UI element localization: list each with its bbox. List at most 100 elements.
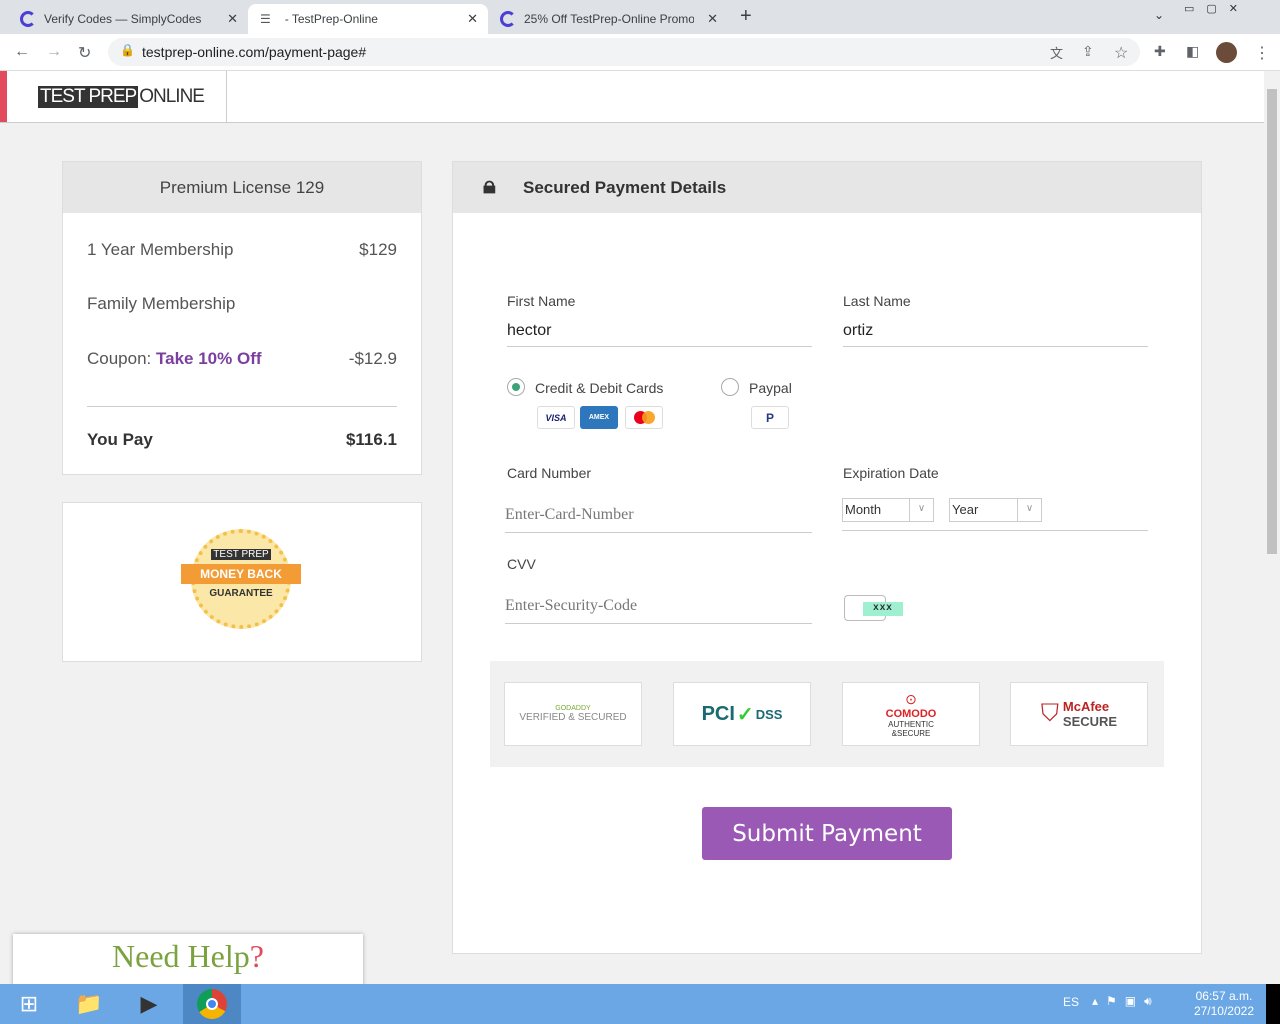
start-button[interactable]: ⊞	[0, 984, 58, 1024]
cvv-input[interactable]: Enter-Security-Code	[505, 597, 812, 624]
help-icon: ?	[249, 938, 264, 974]
address-bar: ← → ↻ 🔒 testprep-online.com/payment-page#…	[0, 34, 1280, 71]
visa-logo: VISA	[537, 406, 575, 429]
tab-bar: Verify Codes — SimplyCodes ✕ ☰ - TestPrep-…	[0, 0, 1280, 34]
submit-payment-button[interactable]: Submit Payment	[702, 807, 952, 860]
month-value: Month	[845, 502, 882, 517]
menu-icon[interactable]: ⋮	[1254, 43, 1270, 63]
first-name-input[interactable]: hector	[507, 322, 812, 347]
badge-text: DSS	[755, 706, 783, 722]
profile-avatar[interactable]	[1216, 42, 1237, 63]
last-name-input[interactable]: ortiz	[843, 322, 1148, 347]
back-icon[interactable]: ←	[14, 43, 30, 61]
year-select[interactable]: Year ∨	[949, 498, 1042, 522]
tab-title: Verify Codes — SimplyCodes	[44, 12, 202, 26]
last-name-label: Last Name	[843, 293, 911, 309]
side-panel-icon[interactable]: ◧	[1186, 43, 1199, 60]
lock-icon: 🔒	[120, 43, 135, 57]
tab-testprep[interactable]: ☰ - TestPrep-Online ✕	[248, 4, 488, 34]
help-text: Need Help	[112, 938, 250, 974]
close-tab-icon[interactable]: ✕	[227, 11, 238, 27]
coupon-label: Coupon:	[87, 349, 152, 368]
divider	[842, 530, 1148, 531]
need-help-widget[interactable]: Need Help?	[13, 934, 363, 986]
year-value: Year	[952, 502, 979, 517]
translate-icon[interactable]: 文	[1050, 43, 1063, 62]
share-icon[interactable]: ⇪	[1082, 43, 1094, 60]
payment-header: 🔒︎ Secured Payment Details	[453, 162, 1201, 213]
new-tab-button[interactable]: +	[740, 5, 752, 28]
accent-bar	[0, 71, 7, 122]
url-text: testprep-online.com/payment-page#	[142, 44, 367, 60]
language-indicator[interactable]: ES	[1063, 995, 1079, 1009]
badge-text: AUTHENTIC &SECURE	[888, 719, 934, 738]
credit-card-label: Credit & Debit Cards	[535, 380, 664, 396]
forward-icon[interactable]: →	[46, 43, 62, 61]
close-tab-icon[interactable]: ✕	[707, 11, 718, 27]
item-price: $129	[359, 240, 397, 259]
logo-text: ONLINE	[139, 86, 205, 107]
comodo-badge: ⊙ COMODO AUTHENTIC &SECURE	[842, 682, 980, 746]
expiration-label: Expiration Date	[843, 465, 939, 481]
mcafee-badge: ⛉ McAfee SECURE	[1010, 682, 1148, 746]
godaddy-badge: GODADDY VERIFIED & SECURED	[504, 682, 642, 746]
first-name-label: First Name	[507, 293, 576, 309]
badge-text: PCI	[701, 702, 735, 725]
close-tab-icon[interactable]: ✕	[467, 11, 478, 27]
coupon-name: Take 10% Off	[156, 349, 262, 368]
paypal-label: Paypal	[749, 380, 792, 396]
tab-verify-codes[interactable]: Verify Codes — SimplyCodes ✕	[8, 4, 248, 34]
badge-text: VERIFIED & SECURED	[519, 712, 627, 723]
bookmark-star-icon[interactable]: ☆	[1114, 43, 1128, 63]
divider	[87, 406, 397, 407]
month-select[interactable]: Month ∨	[842, 498, 934, 522]
taskbar: ⊞ 📁 ▶ ES ▴⚑▣🔊︎ 06:57 a.m. 27/10/2022	[0, 984, 1280, 1024]
tab-title: - TestPrep-Online	[284, 12, 378, 26]
testprep-favicon-icon: ☰	[260, 12, 271, 26]
credit-card-radio[interactable]	[507, 378, 525, 396]
date: 27/10/2022	[1193, 1004, 1254, 1018]
payment-title: Secured Payment Details	[523, 177, 727, 197]
badge-text: COMODO	[885, 707, 937, 720]
extensions-icon[interactable]: ✚	[1154, 43, 1166, 60]
item-label: Family Membership	[87, 294, 236, 313]
divider	[226, 71, 227, 122]
logo-text: TEST PREP	[38, 86, 139, 108]
window-controls[interactable]: ▭▢✕	[1184, 2, 1250, 15]
summary-item: Family Membership	[87, 294, 397, 314]
tab-title: 25% Off TestPrep-Online Promo C	[524, 12, 694, 26]
chevron-down-icon: ∨	[1017, 499, 1041, 521]
summary-title: Premium License 129	[63, 162, 421, 213]
scrollbar[interactable]	[1264, 71, 1280, 984]
tray-icons[interactable]: ▴⚑▣🔊︎	[1092, 994, 1160, 1009]
badge-text: GODADDY	[555, 705, 591, 712]
paypal-radio[interactable]	[721, 378, 739, 396]
cvv-label: CVV	[507, 556, 536, 572]
badge-brand: TEST PREP	[211, 549, 271, 560]
time: 06:57 a.m.	[1195, 989, 1253, 1003]
badge-text: McAfee	[1062, 699, 1110, 714]
file-explorer-icon[interactable]: 📁	[60, 984, 118, 1024]
coupon-row: Coupon: Take 10% Off -$12.9	[87, 349, 397, 369]
paypal-logo: P	[751, 406, 789, 429]
clock[interactable]: 06:57 a.m. 27/10/2022	[1194, 989, 1254, 1019]
url-input[interactable]: 🔒 testprep-online.com/payment-page#	[108, 38, 1140, 66]
reload-icon[interactable]: ↻	[78, 43, 91, 63]
mastercard-logo	[625, 406, 663, 429]
tab-promo[interactable]: 25% Off TestPrep-Online Promo C ✕	[488, 4, 728, 34]
tab-search-icon[interactable]: ⌄	[1154, 8, 1164, 22]
card-number-input[interactable]: Enter-Card-Number	[505, 506, 812, 533]
scrollbar-thumb[interactable]	[1267, 89, 1277, 554]
summary-item: 1 Year Membership $129	[87, 240, 397, 260]
testprep-logo[interactable]: TEST PREP ONLINE	[38, 86, 205, 108]
site-header: TEST PREP ONLINE	[0, 71, 1264, 123]
simplycodes-icon	[500, 11, 516, 27]
money-back-badge: TEST PREP MONEY BACK GUARANTEE	[181, 529, 301, 629]
item-label: 1 Year Membership	[87, 240, 234, 259]
chrome-icon[interactable]	[183, 984, 241, 1024]
media-player-icon[interactable]: ▶	[120, 984, 178, 1024]
simplycodes-icon	[20, 11, 36, 27]
total-label: You Pay	[87, 430, 153, 449]
show-desktop-button[interactable]	[1266, 984, 1280, 1024]
badge-line2: GUARANTEE	[209, 588, 273, 599]
